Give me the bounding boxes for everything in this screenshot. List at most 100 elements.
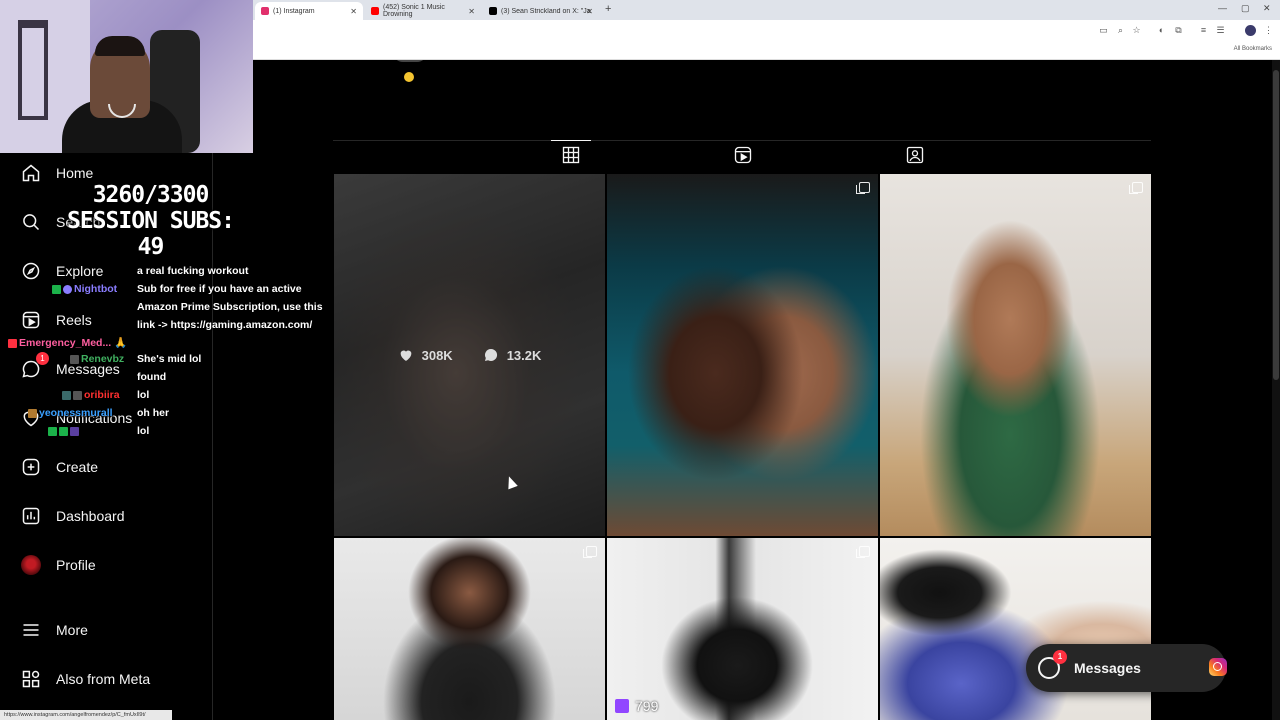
messages-float-label: Messages: [1074, 660, 1141, 676]
heart-icon: [400, 350, 411, 361]
meta-icon: [22, 670, 40, 688]
post-2[interactable]: [607, 174, 878, 536]
profile-tabs: [333, 140, 1151, 170]
profile-icon[interactable]: ☰: [1215, 25, 1226, 36]
post-figures: [607, 174, 878, 536]
plus-icon[interactable]: +: [605, 3, 611, 15]
session-subs: SESSION SUBS: 49: [66, 208, 235, 260]
extension-icon[interactable]: ◐: [1156, 25, 1167, 36]
zoom-icon[interactable]: ⌕: [1115, 25, 1126, 36]
media-icon[interactable]: ≡: [1198, 25, 1209, 36]
bookmark-star-icon[interactable]: ☆: [1131, 25, 1142, 36]
screen-share-icon[interactable]: ▭: [1098, 25, 1109, 36]
dashboard-icon: [22, 507, 40, 525]
post-5[interactable]: 799: [607, 538, 878, 720]
chat-user: [48, 425, 81, 437]
instagram-icon[interactable]: [1209, 658, 1227, 676]
tagged-icon: [906, 146, 924, 164]
browser-avatar[interactable]: [1245, 25, 1256, 36]
browser-toolbar: ▭ ⌕ ☆ ◐ ⧉ ≡ ☰ ⋮: [253, 20, 1280, 42]
shelf: [18, 20, 48, 120]
sub-goal-overlay: 3260/3300 SESSION SUBS: 49: [58, 182, 243, 260]
messenger-icon: 1: [1038, 650, 1067, 679]
close-icon[interactable]: ✕: [350, 7, 357, 16]
carousel-icon: [583, 546, 597, 558]
status-bar-url: https://www.instagram.com/angelfromendez…: [0, 710, 172, 720]
tab-tagged[interactable]: [905, 145, 925, 165]
post-figure: [880, 174, 1151, 536]
tab-reels[interactable]: [733, 145, 753, 165]
carousel-icon: [1129, 182, 1143, 194]
scrollbar-thumb[interactable]: [1273, 70, 1279, 380]
chat-message: She's mid lol: [137, 353, 202, 365]
chat-message: found: [137, 371, 167, 383]
sidebar-item-profile[interactable]: Profile: [20, 552, 96, 578]
sidebar-item-dashboard[interactable]: Dashboard: [20, 503, 125, 529]
messages-float-button[interactable]: 1 Messages: [1026, 644, 1226, 692]
menu-icon: [23, 624, 39, 636]
grid-icon: [562, 146, 580, 164]
maximize-icon[interactable]: ▢: [1241, 3, 1250, 14]
plus-square-icon: [22, 458, 40, 476]
x-favicon-icon: [489, 7, 497, 15]
sidebar-item-more[interactable]: More: [20, 617, 88, 643]
post-1[interactable]: 308K 13.2K: [334, 174, 605, 536]
close-icon[interactable]: ✕: [586, 7, 593, 16]
bookmarks-bar: All Bookmarks: [253, 42, 1280, 60]
post-figure: [607, 538, 878, 720]
screen: 308K 13.2K 799 1 Messages Home Search Ex…: [0, 0, 1280, 720]
carousel-icon: [856, 546, 870, 558]
chat-user: yeonessmurall: [28, 407, 113, 419]
reel-view-count: 799: [615, 698, 658, 714]
post-3[interactable]: [880, 174, 1151, 536]
webcam-overlay: [0, 0, 253, 153]
chat-user: Renevbz: [70, 353, 124, 365]
like-count: 308K: [398, 347, 453, 363]
reels-icon: [22, 311, 40, 329]
sidebar-item-create[interactable]: Create: [20, 454, 98, 480]
post-6[interactable]: [880, 538, 1151, 720]
instagram-favicon-icon: [261, 7, 269, 15]
window-close-icon[interactable]: ✕: [1263, 3, 1271, 14]
chat-message: a real fucking workout: [137, 265, 249, 277]
browser-tab-bar: (1) Instagram ✕ (452) Sonic 1 Music Drow…: [253, 0, 1280, 20]
scrollbar[interactable]: [1272, 60, 1280, 720]
chat-message: lol: [137, 389, 150, 401]
puzzle-icon[interactable]: ⧉: [1173, 25, 1184, 36]
twitch-icon: [615, 699, 629, 713]
all-bookmarks[interactable]: All Bookmarks: [1234, 46, 1272, 52]
home-icon: [22, 164, 40, 182]
sidebar-item-also-from-meta[interactable]: Also from Meta: [20, 666, 150, 692]
post-figure: [334, 538, 605, 720]
browser-tab-youtube[interactable]: (452) Sonic 1 Music Drowning ✕: [365, 2, 481, 20]
youtube-favicon-icon: [371, 7, 379, 15]
sidebar-item-reels[interactable]: Reels: [20, 307, 92, 333]
carousel-icon: [856, 182, 870, 194]
kebab-menu-icon[interactable]: ⋮: [1263, 25, 1274, 36]
minimize-icon[interactable]: —: [1218, 3, 1227, 13]
comment-count: 13.2K: [483, 347, 541, 363]
sidebar-item-explore[interactable]: Explore: [20, 258, 103, 284]
chat-message: link -> https://gaming.amazon.com/: [137, 319, 313, 331]
post-figures: [880, 538, 1151, 720]
post-4[interactable]: [334, 538, 605, 720]
chat-message: lol: [137, 425, 150, 437]
comment-icon: [484, 348, 497, 361]
post-hover-overlay: 308K 13.2K: [334, 174, 605, 536]
search-icon: [23, 214, 40, 231]
chat-message: Amazon Prime Subscription, use this: [137, 301, 323, 313]
compass-icon: [22, 262, 40, 280]
chat-message: oh her: [137, 407, 170, 419]
reels-icon: [734, 146, 752, 164]
profile-content: 308K 13.2K 799 1 Messages: [213, 52, 1280, 720]
sub-goal-count: 3260/3300: [92, 182, 210, 208]
tab-posts[interactable]: [551, 140, 591, 165]
emote-icon: 🙏: [114, 337, 128, 349]
chat-message: Sub for free if you have an active: [137, 283, 302, 295]
browser-tab-x[interactable]: (3) Sean Strickland on X: "Jacks ✕: [483, 2, 599, 20]
close-icon[interactable]: ✕: [468, 7, 475, 16]
chat-user: oribiira: [62, 389, 120, 401]
smile-emoji-icon: [404, 72, 414, 82]
browser-tab-instagram[interactable]: (1) Instagram ✕: [255, 2, 363, 20]
chat-user: Emergency_Med... 🙏: [8, 336, 127, 349]
